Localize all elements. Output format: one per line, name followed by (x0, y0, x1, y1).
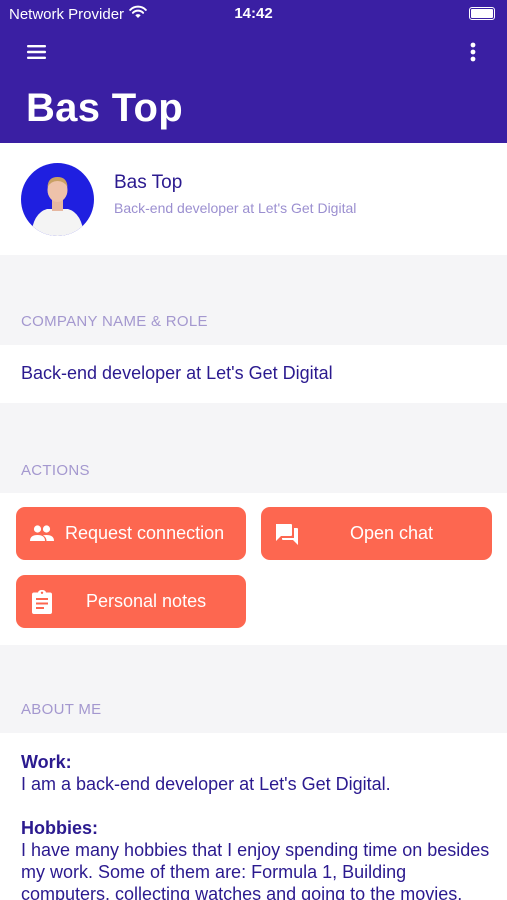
request-connection-button[interactable]: Request connection (16, 507, 246, 560)
more-vertical-icon[interactable] (463, 38, 483, 66)
about-section-header: ABOUT ME (21, 701, 102, 718)
work-text: I am a back-end developer at Let's Get D… (21, 774, 391, 794)
work-label: Work: (21, 752, 72, 772)
request-connection-label: Request connection (65, 523, 225, 543)
actions-panel: Request connection Open chat Personal no… (0, 493, 507, 645)
company-section-header: COMPANY NAME & ROLE (21, 313, 208, 330)
hamburger-menu-icon[interactable] (22, 38, 52, 66)
actions-section-header: ACTIONS (21, 462, 90, 479)
status-time: 14:42 (234, 5, 273, 22)
personal-notes-button[interactable]: Personal notes (16, 575, 246, 628)
page-title: Bas Top (26, 86, 183, 130)
status-bar: Network Provider 14:42 (0, 0, 507, 28)
company-row: Back-end developer at Let's Get Digital (0, 345, 507, 403)
profile-card: Bas Top Back-end developer at Let's Get … (0, 143, 507, 255)
company-role-value: Back-end developer at Let's Get Digital (21, 363, 333, 383)
about-me-text: Work: I am a back-end developer at Let's… (21, 751, 496, 900)
personal-notes-label: Personal notes (86, 591, 207, 611)
profile-role: Back-end developer at Let's Get Digital (114, 200, 357, 216)
app-header: Network Provider 14:42 Bas Top (0, 0, 507, 143)
battery-icon (469, 7, 495, 20)
profile-name: Bas Top (114, 172, 183, 193)
chat-icon (273, 520, 301, 548)
open-chat-label: Open chat (350, 523, 434, 543)
hobbies-text: I have many hobbies that I enjoy spendin… (21, 840, 490, 900)
about-me-body: Work: I am a back-end developer at Let's… (0, 733, 507, 900)
open-chat-button[interactable]: Open chat (261, 507, 492, 560)
avatar (21, 163, 94, 236)
people-icon (28, 520, 56, 548)
clipboard-icon (28, 588, 56, 616)
hobbies-label: Hobbies: (21, 818, 99, 838)
